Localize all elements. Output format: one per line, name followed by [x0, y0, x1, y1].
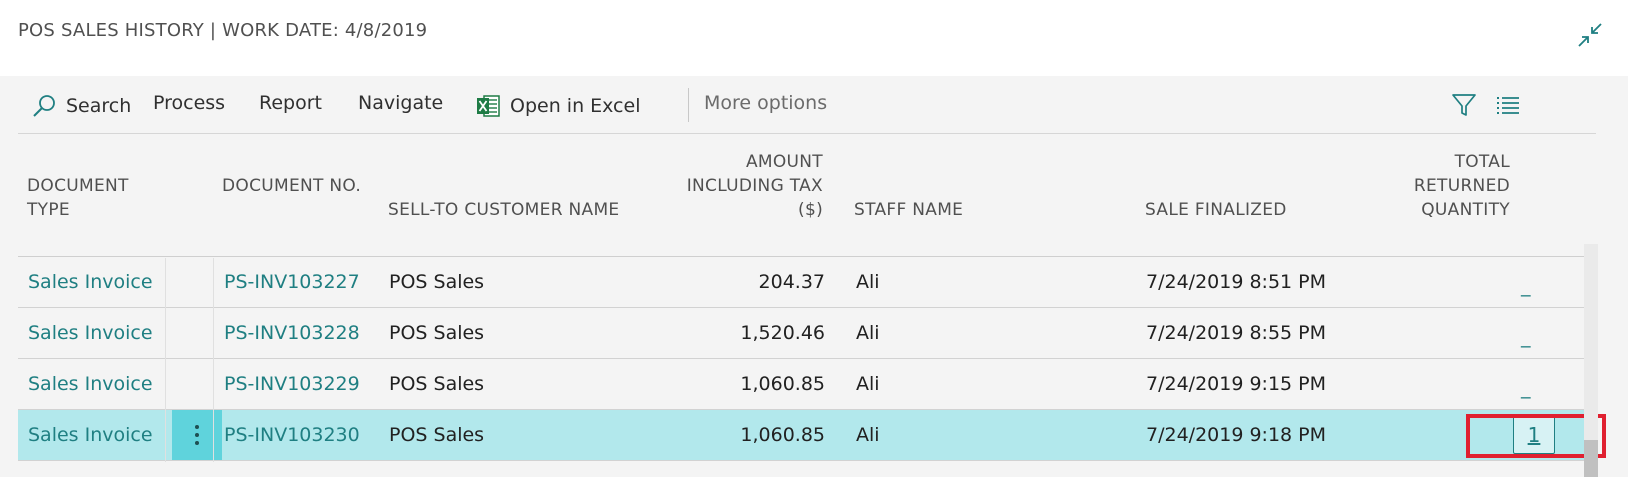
process-menu[interactable]: Process: [153, 92, 225, 114]
returned-qty-cell[interactable]: _: [1521, 377, 1535, 399]
amount-cell: 1,520.46: [740, 322, 825, 344]
column-header-returned-qty[interactable]: TOTAL RETURNED QUANTITY: [1390, 150, 1510, 222]
search-icon: [30, 92, 58, 120]
column-header-document-type[interactable]: DOCUMENT TYPE: [27, 174, 167, 222]
document-no-cell[interactable]: PS-INV103227: [224, 271, 360, 293]
filter-icon[interactable]: [1450, 91, 1478, 119]
column-header-amount[interactable]: AMOUNT INCLUDING TAX ($): [658, 150, 823, 222]
document-type-cell[interactable]: Sales Invoice: [28, 322, 153, 344]
document-no-cell[interactable]: PS-INV103229: [224, 373, 360, 395]
document-type-cell[interactable]: Sales Invoice: [28, 373, 153, 395]
returned-qty-field[interactable]: 1: [1513, 416, 1555, 454]
customer-name-cell: POS Sales: [389, 322, 485, 344]
column-header-customer-name[interactable]: SELL-TO CUSTOMER NAME: [388, 198, 668, 222]
table-row[interactable]: Sales Invoice PS-INV103227 POS Sales 204…: [18, 257, 1596, 308]
document-no-cell[interactable]: PS-INV103228: [224, 322, 360, 344]
returned-qty-cell[interactable]: _: [1521, 326, 1535, 348]
column-divider: [165, 258, 166, 462]
title-bar: POS SALES HISTORY | WORK DATE: 4/8/2019: [0, 0, 1628, 76]
amount-cell: 204.37: [758, 271, 825, 293]
staff-name-cell: Ali: [856, 322, 880, 344]
table-row[interactable]: Sales Invoice PS-INV103229 POS Sales 1,0…: [18, 359, 1596, 410]
document-type-cell[interactable]: Sales Invoice: [28, 271, 153, 293]
sales-history-table: DOCUMENT TYPE DOCUMENT NO. SELL-TO CUSTO…: [18, 134, 1606, 461]
collapse-arrows-icon[interactable]: [1577, 22, 1603, 48]
scrollbar-thumb[interactable]: [1584, 440, 1598, 477]
sale-finalized-cell: 7/24/2019 8:51 PM: [1146, 271, 1327, 293]
sale-finalized-cell: 7/24/2019 9:18 PM: [1146, 424, 1327, 446]
customer-name-cell: POS Sales: [389, 373, 485, 395]
page-title: POS SALES HISTORY | WORK DATE: 4/8/2019: [18, 20, 428, 41]
customer-name-cell: POS Sales: [389, 424, 485, 446]
amount-cell: 1,060.85: [740, 373, 825, 395]
table-row-selected[interactable]: Sales Invoice PS-INV103230 POS Sales 1,0…: [18, 410, 1606, 461]
document-type-cell[interactable]: Sales Invoice: [28, 424, 153, 446]
column-header-document-no[interactable]: DOCUMENT NO.: [222, 174, 362, 198]
more-options-button[interactable]: More options: [704, 92, 827, 114]
list-view-icon[interactable]: [1494, 91, 1522, 119]
column-header-staff-name[interactable]: STAFF NAME: [854, 198, 1054, 222]
search-action[interactable]: Search: [30, 92, 131, 120]
staff-name-cell: Ali: [856, 271, 880, 293]
report-menu[interactable]: Report: [259, 92, 322, 114]
sale-finalized-cell: 7/24/2019 8:55 PM: [1146, 322, 1327, 344]
row-actions-menu-icon[interactable]: [172, 410, 222, 460]
table-row[interactable]: Sales Invoice PS-INV103228 POS Sales 1,5…: [18, 308, 1596, 359]
sale-finalized-cell: 7/24/2019 9:15 PM: [1146, 373, 1327, 395]
open-in-excel-button[interactable]: Open in Excel: [474, 92, 640, 120]
amount-cell: 1,060.85: [740, 424, 825, 446]
returned-qty-cell[interactable]: _: [1521, 275, 1535, 297]
customer-name-cell: POS Sales: [389, 271, 485, 293]
action-bar: Search Process Report Navigate Open in E…: [18, 76, 1596, 134]
table-header: DOCUMENT TYPE DOCUMENT NO. SELL-TO CUSTO…: [18, 134, 1596, 257]
staff-name-cell: Ali: [856, 373, 880, 395]
excel-icon: [474, 92, 502, 120]
open-in-excel-label: Open in Excel: [510, 95, 641, 117]
action-separator: [688, 88, 689, 122]
document-no-cell[interactable]: PS-INV103230: [224, 424, 360, 446]
navigate-menu[interactable]: Navigate: [358, 92, 443, 114]
search-label: Search: [66, 95, 132, 117]
staff-name-cell: Ali: [856, 424, 880, 446]
column-divider: [213, 258, 214, 462]
column-header-sale-finalized[interactable]: SALE FINALIZED: [1145, 198, 1365, 222]
